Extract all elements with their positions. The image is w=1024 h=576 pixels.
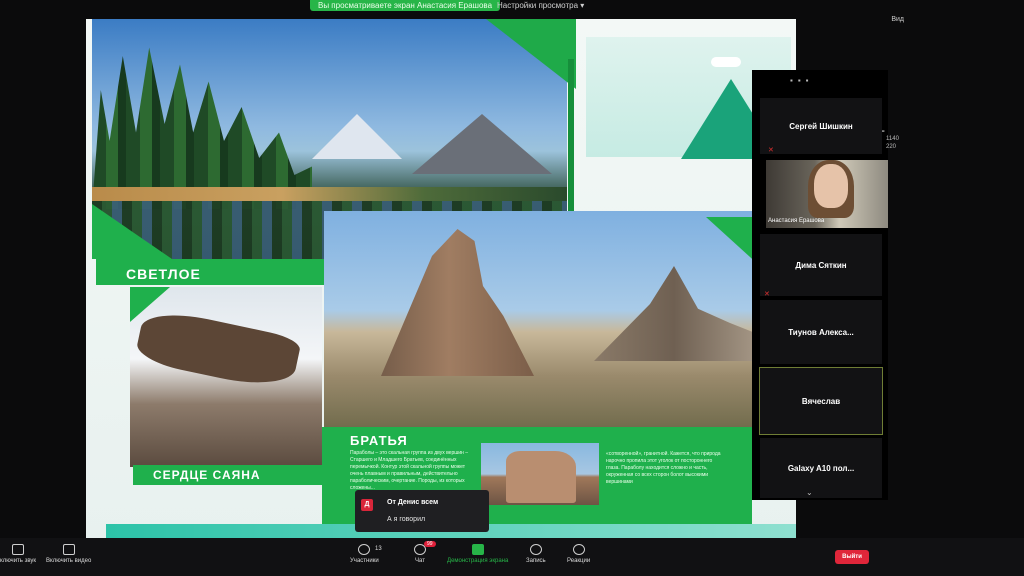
mic-muted-icon: ✕ <box>764 291 770 298</box>
chat-avatar: Д <box>361 499 373 511</box>
rock-peak-right <box>594 266 754 361</box>
participant-name: Сергей Шишкин <box>789 121 853 131</box>
start-video-button[interactable]: Включить видео <box>46 544 91 564</box>
chat-unread-badge: 99 <box>424 541 436 547</box>
label-svetloe: СВЕТЛОЕ <box>96 259 356 285</box>
record-button[interactable]: Запись <box>526 544 546 564</box>
participants-label: Участники <box>350 558 379 564</box>
label-serdce-sayana: СЕРДЦЕ САЯНА <box>133 465 353 485</box>
share-screen-icon <box>471 544 484 555</box>
cloud-graphic <box>711 57 741 67</box>
participant-tile[interactable]: Дима Сяткин <box>760 234 882 296</box>
participant-name: Анастасия Ерашова <box>768 218 825 224</box>
participant-name: Вячеслав <box>801 396 841 406</box>
screen-share-banner: Вы просматриваете экран Анастасия Ерашов… <box>310 0 501 11</box>
rocky-mountain <box>412 114 552 174</box>
bratya-text-right: «сотворенной», гранитной. Кажется, что п… <box>606 451 721 485</box>
snowy-mountain <box>312 114 402 159</box>
participant-tile-active[interactable]: Вячеслав <box>759 367 883 435</box>
chat-notification[interactable]: Д От Денис всем А я говорил <box>355 490 489 532</box>
decor-bar <box>568 59 574 214</box>
chat-label: Чат <box>415 558 425 564</box>
reactions-button[interactable]: Реакции <box>567 544 590 564</box>
view-button[interactable]: Вид <box>891 16 904 23</box>
panel-meta-line1: 1140 <box>886 136 899 142</box>
mic-muted-icon: ✕ <box>768 147 774 154</box>
start-video-label: Включить видео <box>46 558 92 564</box>
chat-sender: От Денис всем <box>387 499 439 506</box>
panel-meta-line2: 220 <box>886 144 897 150</box>
participant-name: Тиунов Алекса... <box>788 327 854 337</box>
leave-button[interactable]: Выйти <box>835 550 869 564</box>
participant-name: Дима Сяткин <box>795 260 847 270</box>
panel-view-icons[interactable]: ▪▪▪ <box>790 76 814 85</box>
boulder-photo <box>130 287 322 467</box>
rock-peak-left <box>381 229 534 376</box>
panel-meta: 1140 220 <box>886 135 899 151</box>
participant-tile[interactable]: Сергей Шишкин <box>760 98 882 154</box>
label-bratya: БРАТЬЯ <box>350 433 408 448</box>
participant-name: Galaxy A10 пол... <box>787 463 855 473</box>
meeting-toolbar <box>0 538 1024 576</box>
boulder <box>134 305 302 394</box>
unmute-button[interactable]: ключить звук <box>0 544 36 564</box>
bratya-text-left: Параболы – это скальная группа из двух в… <box>350 450 468 491</box>
record-label: Запись <box>526 558 546 564</box>
people-icon <box>358 544 371 555</box>
camera-icon <box>62 544 75 555</box>
chat-button[interactable]: Чат <box>414 544 426 564</box>
small-rock <box>506 451 576 503</box>
small-rock-photo <box>481 443 599 505</box>
lake-shore <box>92 187 567 201</box>
rocks-photo <box>324 211 754 431</box>
participant-face <box>814 164 848 208</box>
share-screen-button[interactable]: Демонстрация экрана <box>447 544 508 564</box>
participant-tile[interactable]: Тиунов Алекса... <box>760 300 882 364</box>
share-screen-label: Демонстрация экрана <box>447 558 509 564</box>
forest <box>92 47 312 209</box>
shared-screen-slide: СВЕТЛОЕ СЕРДЦЕ САЯНА БРАТЬЯ Параболы – э… <box>86 19 796 545</box>
reactions-label: Реакции <box>567 558 591 564</box>
unmute-label: ключить звук <box>0 558 37 564</box>
view-settings-menu[interactable]: Настройки просмотра ▾ <box>497 1 584 10</box>
record-icon <box>529 544 542 555</box>
chevron-down-icon[interactable]: ⌄ <box>806 488 813 497</box>
chat-message: А я говорил <box>387 516 426 523</box>
participant-tile[interactable]: Galaxy A10 пол... <box>760 438 882 498</box>
microphone-icon <box>12 544 24 555</box>
smiley-icon <box>572 544 585 555</box>
participants-count: 13 <box>375 546 382 552</box>
